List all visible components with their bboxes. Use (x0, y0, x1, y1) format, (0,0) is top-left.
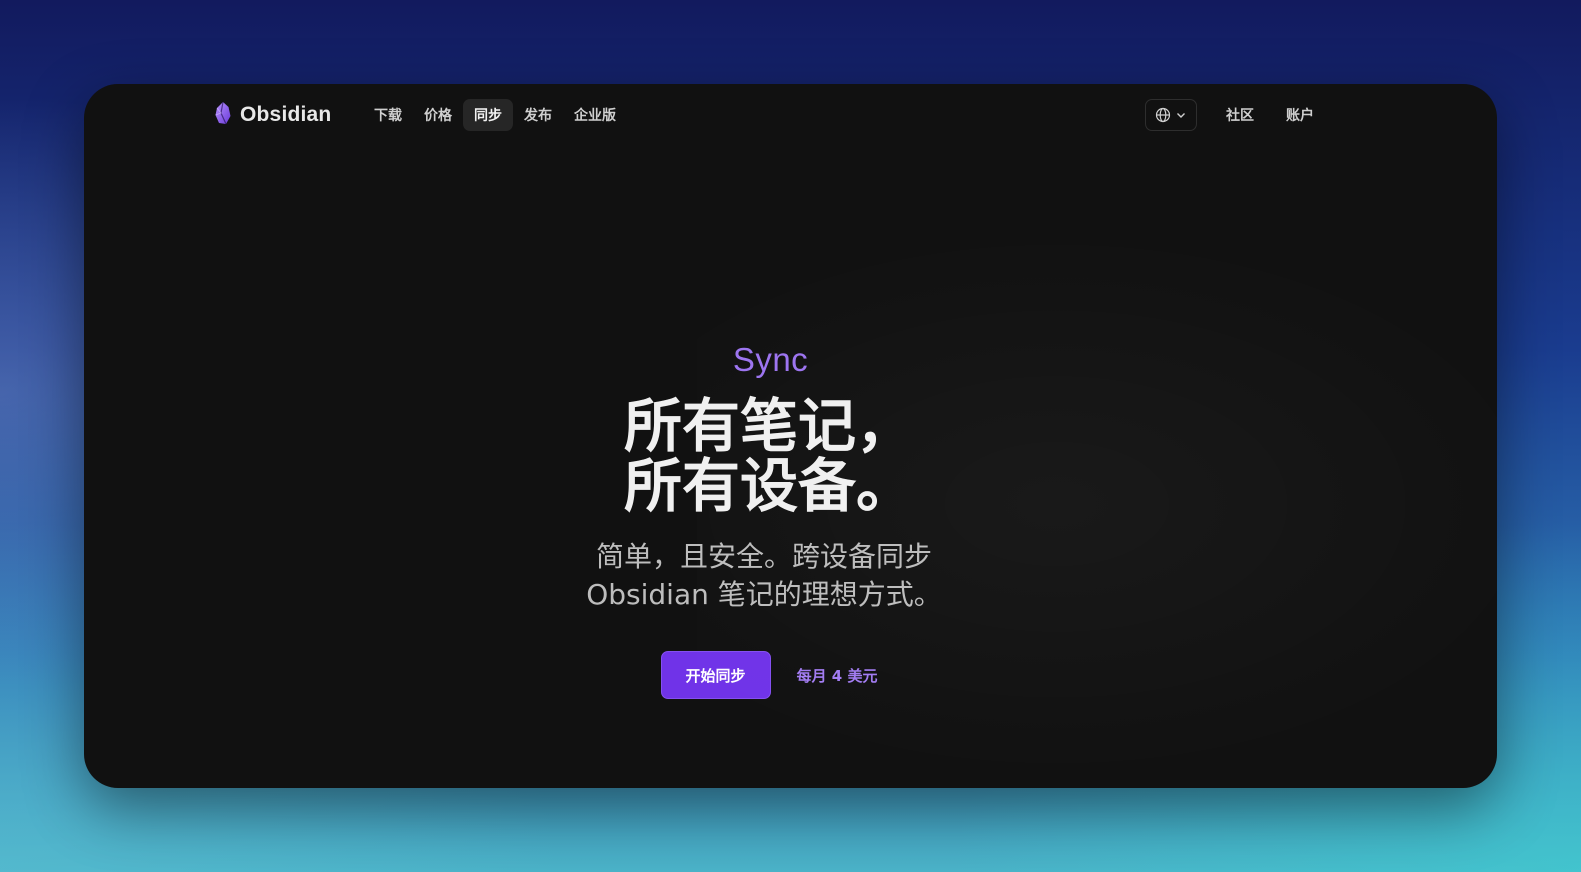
nav-item-sync[interactable]: 同步 (463, 99, 513, 131)
primary-nav: 下载 价格 同步 发布 企业版 (363, 99, 627, 131)
hero-subhead: 简单，且安全。跨设备同步 Obsidian 笔记的理想方式。 (586, 540, 942, 611)
obsidian-logo-icon (214, 101, 232, 129)
nav-item-account[interactable]: 账户 (1275, 99, 1325, 131)
chevron-down-icon (1175, 109, 1187, 121)
headline-line-2: 所有设备。 (623, 452, 914, 520)
obsidian-logo-link[interactable]: Obsidian (214, 101, 331, 129)
brand-name: Obsidian (240, 103, 332, 126)
globe-icon (1155, 107, 1171, 123)
secondary-nav: 社区 账户 (1145, 99, 1325, 131)
top-navigation: Obsidian 下载 价格 同步 发布 企业版 社区 账户 (84, 84, 1497, 146)
pricing-link[interactable]: 每月 4 美元 (797, 665, 878, 686)
browser-window: Obsidian 下载 价格 同步 发布 企业版 社区 账户 Sync 所有笔记… (84, 84, 1497, 788)
nav-item-download[interactable]: 下载 (363, 99, 413, 131)
language-selector[interactable] (1145, 99, 1197, 131)
hero-headline: 所有笔记， 所有设备。 (84, 396, 1454, 516)
cta-row: 开始同步 每月 4 美元 (84, 651, 1454, 699)
nav-item-publish[interactable]: 发布 (513, 99, 563, 131)
headline-line-1: 所有笔记， (623, 392, 914, 460)
start-sync-button[interactable]: 开始同步 (660, 651, 771, 699)
nav-item-enterprise[interactable]: 企业版 (563, 99, 627, 131)
nav-item-pricing[interactable]: 价格 (413, 99, 463, 131)
hero-kicker: Sync (732, 341, 809, 378)
nav-item-community[interactable]: 社区 (1215, 99, 1265, 131)
